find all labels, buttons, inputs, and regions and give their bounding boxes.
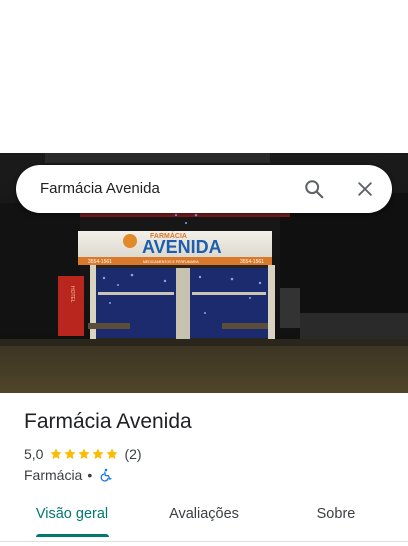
review-count[interactable]: (2) [124,446,141,462]
place-category: Farmácia [24,467,83,483]
place-tabs: Visão geral Avaliações Sobre [0,496,408,538]
wheelchair-icon [100,468,112,482]
rating-row[interactable]: 5,0 (2) [24,445,142,463]
clear-search-button[interactable] [351,175,379,203]
rating-value: 5,0 [24,446,44,462]
search-icon [305,180,324,199]
star-icon [106,448,119,460]
search-button[interactable] [300,175,328,203]
place-title: Farmácia Avenida [24,410,192,433]
side-sign-text: HOTEL [69,286,75,303]
tab-about[interactable]: Sobre [296,496,376,534]
sign-phone-left: 3554-1561 [88,259,112,265]
sign-main-text: AVENIDA [142,237,222,257]
close-icon [358,182,372,196]
category-row: Farmácia • [24,466,113,484]
sign-sub-text: MEDICAMENTOS E PERFUMARIA [143,260,199,264]
tab-reviews[interactable]: Avaliações [154,496,254,534]
sign-phone-right: 3554-1561 [240,259,264,265]
star-rating [49,447,119,461]
separator-dot: • [87,467,93,483]
tabs-divider [0,541,408,542]
active-tab-indicator [36,534,109,537]
star-icon [64,448,77,460]
search-bar[interactable]: Farmácia Avenida [16,165,392,213]
top-blank-area [0,0,408,153]
star-icon [92,448,105,460]
star-icon [50,448,63,460]
search-input[interactable]: Farmácia Avenida [40,165,160,213]
tab-overview[interactable]: Visão geral [24,496,120,534]
star-icon [78,448,91,460]
